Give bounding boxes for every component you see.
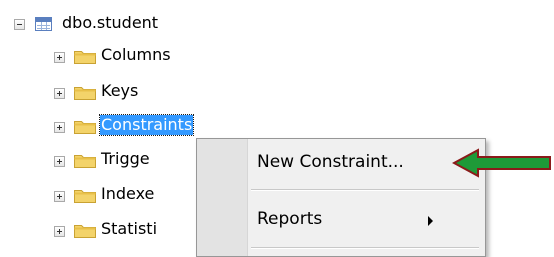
menu-separator: [251, 247, 479, 249]
table-icon: [35, 17, 52, 31]
tree-node-label-selected: Constraints: [98, 114, 195, 136]
expand-toggle-icon[interactable]: [54, 88, 65, 99]
object-explorer: dbo.student Columns Keys Constraints Tri…: [0, 0, 554, 257]
folder-icon: [74, 51, 96, 64]
tree-node-label: Trigge: [101, 149, 150, 168]
context-menu: New Constraint... Reports: [196, 138, 486, 257]
tree-node-label: Keys: [101, 81, 139, 100]
expand-toggle-icon[interactable]: [54, 122, 65, 133]
collapse-toggle-icon[interactable]: [14, 19, 25, 30]
expand-toggle-icon[interactable]: [54, 191, 65, 202]
folder-icon: [74, 190, 96, 203]
menu-item-reports[interactable]: Reports: [257, 209, 322, 229]
folder-icon: [74, 225, 96, 238]
left-arrow-icon: [452, 148, 551, 178]
expand-toggle-icon[interactable]: [54, 226, 65, 237]
tree-node-label: Statisti: [101, 219, 158, 238]
menu-item-new-constraint[interactable]: New Constraint...: [257, 152, 404, 172]
expand-toggle-icon[interactable]: [54, 156, 65, 167]
submenu-arrow-icon: [428, 216, 433, 226]
menu-icon-gutter: [197, 139, 248, 256]
tree-node-label: Indexe: [101, 184, 155, 203]
expand-toggle-icon[interactable]: [54, 52, 65, 63]
tree-node-label: Columns: [101, 45, 171, 64]
menu-separator: [251, 189, 479, 191]
tree-node-label: dbo.student: [62, 13, 159, 32]
folder-icon: [74, 155, 96, 168]
folder-icon: [74, 121, 96, 134]
folder-icon: [74, 87, 96, 100]
